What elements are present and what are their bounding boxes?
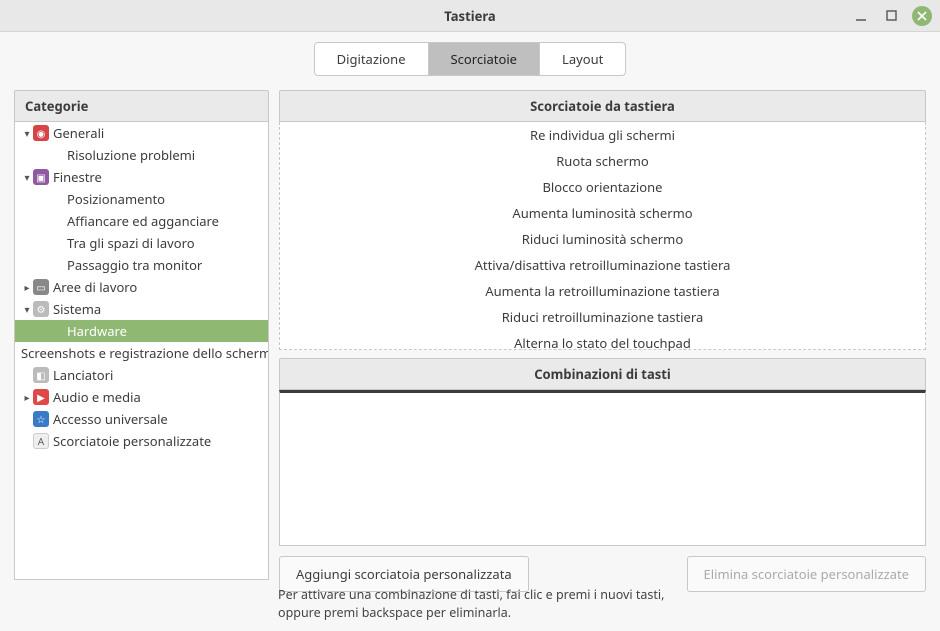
tree-label: Passaggio tra monitor bbox=[67, 256, 202, 274]
tree-label: Finestre bbox=[53, 168, 102, 186]
tree-label: Affiancare ed agganciare bbox=[67, 212, 219, 230]
tree-item-screenshots[interactable]: Screenshots e registrazione dello scherm… bbox=[15, 342, 268, 364]
remove-shortcuts-button: Elimina scorciatoie personalizzate bbox=[687, 556, 926, 592]
titlebar: Tastiera bbox=[0, 0, 940, 32]
shortcut-row[interactable]: Blocco orientazione bbox=[280, 174, 925, 200]
custom-shortcuts-icon: A bbox=[33, 433, 49, 449]
tree-item-lanciatori[interactable]: ◧ Lanciatori bbox=[15, 364, 268, 386]
tree-item-aree[interactable]: ▸ ▭ Aree di lavoro bbox=[15, 276, 268, 298]
shortcut-row[interactable]: Aumenta luminosità schermo bbox=[280, 200, 925, 226]
tab-layout[interactable]: Layout bbox=[540, 43, 625, 75]
maximize-button[interactable] bbox=[882, 7, 900, 25]
footer-line2: oppure premi backspace per eliminarla. bbox=[278, 604, 940, 622]
tabs: Digitazione Scorciatoie Layout bbox=[314, 42, 627, 76]
tree-item-posizionamento[interactable]: Posizionamento bbox=[15, 188, 268, 210]
shortcut-row[interactable]: Riduci luminosità schermo bbox=[280, 226, 925, 252]
tree-item-accesso[interactable]: ☆ Accesso universale bbox=[15, 408, 268, 430]
tree-item-personalizzate[interactable]: A Scorciatoie personalizzate bbox=[15, 430, 268, 452]
tree-label: Risoluzione problemi bbox=[67, 146, 195, 164]
tree-item-hardware[interactable]: Hardware bbox=[15, 320, 268, 342]
combos-header: Combinazioni di tasti bbox=[279, 358, 926, 390]
tree-label: Posizionamento bbox=[67, 190, 165, 208]
workspaces-icon: ▭ bbox=[33, 279, 49, 295]
tree-label: Sistema bbox=[53, 300, 101, 318]
tree-label: Accesso universale bbox=[53, 410, 168, 428]
shortcut-row[interactable]: Re individua gli schermi bbox=[280, 122, 925, 148]
shortcuts-section: Scorciatoie da tastiera Re individua gli… bbox=[279, 90, 926, 350]
categories-tree: ▾ ◉ Generali Risoluzione problemi ▾ ▣ Fi… bbox=[14, 122, 269, 580]
launchers-icon: ◧ bbox=[33, 367, 49, 383]
shortcut-row[interactable]: Aumenta la retroilluminazione tastiera bbox=[280, 278, 925, 304]
accessibility-icon: ☆ bbox=[33, 411, 49, 427]
shortcut-row[interactable]: Attiva/disattiva retroilluminazione tast… bbox=[280, 252, 925, 278]
chevron-right-icon[interactable]: ▸ bbox=[21, 280, 33, 294]
tree-item-generali[interactable]: ▾ ◉ Generali bbox=[15, 122, 268, 144]
shortcut-row[interactable]: Alterna lo stato del touchpad bbox=[280, 330, 925, 356]
content: Categorie ▾ ◉ Generali Risoluzione probl… bbox=[0, 90, 940, 580]
tree-item-affiancare[interactable]: Affiancare ed agganciare bbox=[15, 210, 268, 232]
tree-label: Scorciatoie personalizzate bbox=[53, 432, 211, 450]
tree-label: Audio e media bbox=[53, 388, 141, 406]
shortcut-row[interactable]: Ruota schermo bbox=[280, 148, 925, 174]
window-title: Tastiera bbox=[444, 7, 495, 25]
shortcuts-list: Re individua gli schermi Ruota schermo B… bbox=[279, 122, 926, 350]
chevron-down-icon[interactable]: ▾ bbox=[21, 170, 33, 184]
chevron-right-icon[interactable]: ▸ bbox=[21, 390, 33, 404]
tree-item-audio[interactable]: ▸ ▶ Audio e media bbox=[15, 386, 268, 408]
tabbar: Digitazione Scorciatoie Layout bbox=[0, 32, 940, 90]
tree-label: Hardware bbox=[67, 322, 127, 340]
tree-label: Generali bbox=[53, 124, 104, 142]
audio-icon: ▶ bbox=[33, 389, 49, 405]
chevron-down-icon[interactable]: ▾ bbox=[21, 126, 33, 140]
categories-header: Categorie bbox=[14, 90, 269, 122]
close-button[interactable] bbox=[912, 6, 932, 26]
general-icon: ◉ bbox=[33, 125, 49, 141]
tree-label: Lanciatori bbox=[53, 366, 113, 384]
tree-item-sistema[interactable]: ▾ ⚙ Sistema bbox=[15, 298, 268, 320]
tree-item-risoluzione[interactable]: Risoluzione problemi bbox=[15, 144, 268, 166]
shortcut-row[interactable]: Riduci retroilluminazione tastiera bbox=[280, 304, 925, 330]
tree-item-spazi[interactable]: Tra gli spazi di lavoro bbox=[15, 232, 268, 254]
system-icon: ⚙ bbox=[33, 301, 49, 317]
window-controls bbox=[852, 6, 932, 26]
tree-item-passaggio[interactable]: Passaggio tra monitor bbox=[15, 254, 268, 276]
tab-scorciatoie[interactable]: Scorciatoie bbox=[429, 43, 540, 75]
categories-panel: Categorie ▾ ◉ Generali Risoluzione probl… bbox=[14, 90, 269, 580]
tree-label: Aree di lavoro bbox=[53, 278, 137, 296]
combos-list[interactable] bbox=[279, 390, 926, 546]
tree-label: Tra gli spazi di lavoro bbox=[67, 234, 195, 252]
combos-section: Combinazioni di tasti bbox=[279, 358, 926, 546]
tree-label: Screenshots e registrazione dello scherm… bbox=[21, 344, 269, 362]
shortcuts-header: Scorciatoie da tastiera bbox=[279, 90, 926, 122]
tab-digitazione[interactable]: Digitazione bbox=[315, 43, 429, 75]
minimize-button[interactable] bbox=[852, 7, 870, 25]
chevron-down-icon[interactable]: ▾ bbox=[21, 302, 33, 316]
tree-item-finestre[interactable]: ▾ ▣ Finestre bbox=[15, 166, 268, 188]
right-panel: Scorciatoie da tastiera Re individua gli… bbox=[279, 90, 926, 580]
windows-icon: ▣ bbox=[33, 169, 49, 185]
